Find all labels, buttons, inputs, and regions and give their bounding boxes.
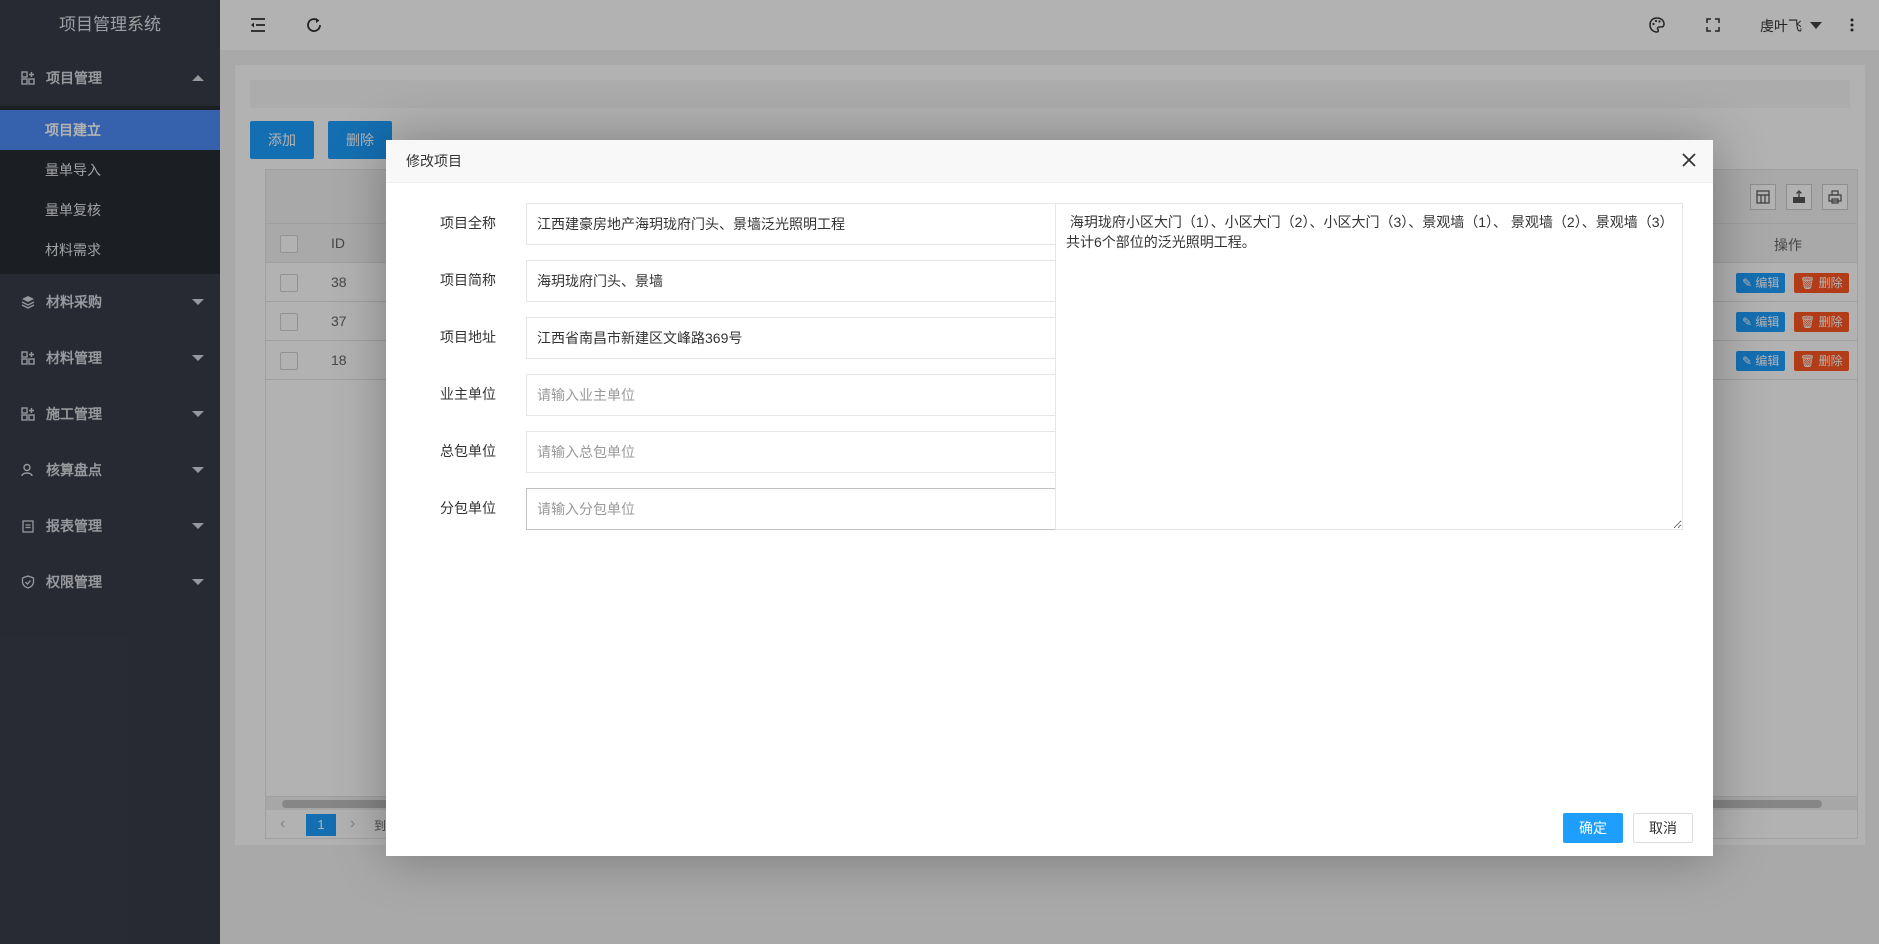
confirm-button[interactable]: 确定 [1563, 813, 1623, 843]
owner-label: 业主单位 [440, 386, 496, 402]
form-row-subcontractor: 分包单位 [416, 488, 1064, 530]
form-row-general-contractor: 总包单位 [416, 431, 1064, 473]
address-input[interactable] [526, 317, 1064, 359]
address-label: 项目地址 [440, 329, 496, 345]
owner-input[interactable] [526, 374, 1064, 416]
form-row-full-name: 项目全称 [416, 203, 1064, 245]
form-row-address: 项目地址 [416, 317, 1064, 359]
subcontractor-label: 分包单位 [440, 500, 496, 516]
close-icon[interactable] [1681, 152, 1699, 170]
full-name-input[interactable] [526, 203, 1064, 245]
modal-title: 修改项目 [386, 140, 1713, 183]
form-row-short-name: 项目简称 [416, 260, 1064, 302]
general-contractor-label: 总包单位 [440, 443, 496, 459]
general-contractor-input[interactable] [526, 431, 1064, 473]
short-name-label: 项目简称 [440, 272, 496, 288]
cancel-button[interactable]: 取消 [1633, 813, 1693, 843]
project-description-textarea[interactable]: 海玥珑府小区大门（1）、小区大门（2）、小区大门（3）、景观墙（1）、 景观墙（… [1055, 203, 1683, 530]
subcontractor-input[interactable] [526, 488, 1064, 530]
short-name-input[interactable] [526, 260, 1064, 302]
full-name-label: 项目全称 [440, 215, 496, 231]
edit-project-modal: 修改项目 项目全称 项目简称 项目地址 业主单位 总包单位 分包单位 海玥珑府小… [386, 140, 1713, 856]
form-row-owner: 业主单位 [416, 374, 1064, 416]
